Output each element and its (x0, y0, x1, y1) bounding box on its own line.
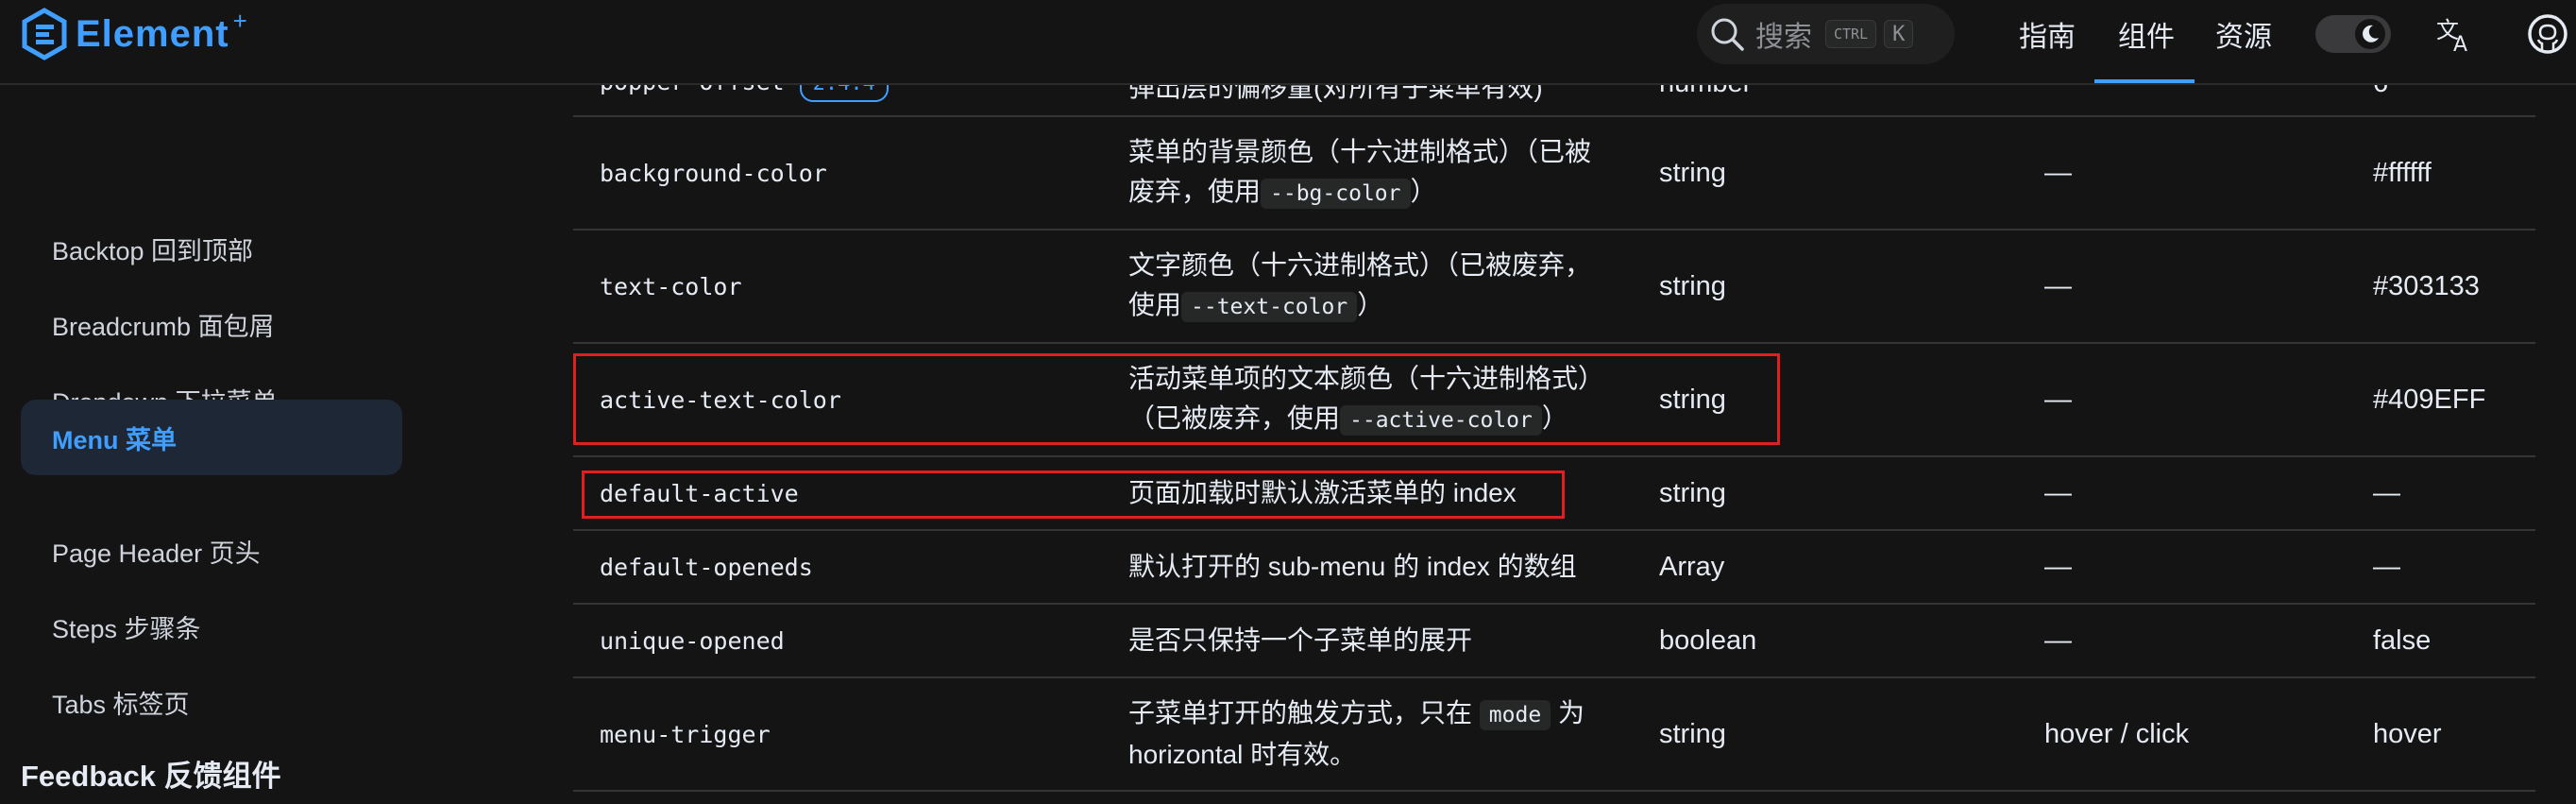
table-row: active-text-color 活动菜单项的文本颜色（十六进制格式） （已被废… (573, 344, 2535, 457)
attr-desc: 文字颜色（十六进制格式）（已被废弃， 使用 --text-color） (1128, 231, 1619, 342)
attr-default: #409EFF (2373, 384, 2486, 415)
table-row: menu-trigger 子菜单打开的触发方式，只在 mode 为 horizon… (573, 678, 2535, 792)
attr-name: menu-trigger (600, 720, 771, 748)
inline-code: --text-color (1181, 292, 1358, 322)
table-row: unique-opened 是否只保持一个子菜单的展开 boolean — fa… (573, 605, 2535, 678)
table-row: default-openeds 默认打开的 sub-menu 的 index 的… (573, 531, 2535, 605)
inline-code: mode (1479, 700, 1551, 730)
attr-accepted-values: — (2044, 477, 2072, 508)
search-placeholder: 搜索 (1755, 22, 1812, 53)
attr-type: string (1659, 477, 1726, 508)
attr-desc: 活动菜单项的文本颜色（十六进制格式） （已被废弃，使用 --active-color… (1128, 344, 1619, 455)
attr-desc: 是否只保持一个子菜单的展开 (1128, 625, 1473, 655)
inline-code: --active-color (1340, 405, 1542, 436)
attr-default: #303133 (2373, 270, 2480, 301)
attr-default: #ffffff (2373, 157, 2432, 188)
logo-plus: + (232, 6, 247, 35)
sidebar-group-feedback: Feedback 反馈组件 (21, 760, 281, 793)
logo-text: Element (76, 12, 229, 55)
attr-desc: 页面加载时默认激活菜单的 index (1128, 478, 1517, 507)
attr-type: string (1659, 384, 1726, 415)
moon-icon (2363, 25, 2379, 43)
github-icon[interactable] (2527, 13, 2568, 60)
attr-accepted-values: — (2044, 551, 2072, 582)
search-button[interactable]: 搜索 CTRL K (1697, 4, 1955, 64)
attr-desc: 菜单的背景颜色（十六进制格式）（已被 废弃，使用 --bg-color） (1128, 117, 1619, 229)
table-row: background-color 菜单的背景颜色（十六进制格式）（已被 废弃，使用… (573, 117, 2535, 231)
sidebar: Backtop 回到顶部 Breadcrumb 面包屑 Dropdown 下拉菜… (0, 85, 415, 804)
attributes-table: popper-offset2.4.4 弹出层的偏移量(对所有子菜单有效) num… (573, 0, 2535, 804)
attr-type: Array (1659, 551, 1725, 582)
element-logo-icon (22, 8, 67, 60)
attr-accepted-values: — (2044, 624, 2072, 656)
attr-accepted-values: — (2044, 384, 2072, 415)
sidebar-item-menu[interactable]: Menu 菜单 (21, 400, 402, 475)
attr-accepted-values: hover / click (2044, 718, 2190, 749)
language-icon[interactable]: 文 A (2434, 13, 2476, 60)
sidebar-item-backtop[interactable]: Backtop 回到顶部 (21, 211, 402, 286)
kbd-ctrl: CTRL (1825, 20, 1877, 48)
attr-desc: 默认打开的 sub-menu 的 index 的数组 (1128, 552, 1577, 581)
nav-components[interactable]: 组件 (2118, 13, 2175, 55)
kbd-k: K (1884, 20, 1914, 48)
sidebar-item-page-header[interactable]: Page Header 页头 (21, 513, 402, 589)
svg-text:A: A (2453, 33, 2467, 55)
sidebar-item-steps[interactable]: Steps 步骤条 (21, 589, 402, 664)
attr-name: text-color (600, 272, 742, 300)
attr-name: unique-opened (600, 626, 785, 655)
attr-default: — (2373, 551, 2400, 582)
table-row: text-color 文字颜色（十六进制格式）（已被废弃， 使用 --text-co… (573, 231, 2535, 344)
attr-desc: 子菜单打开的触发方式，只在 mode 为 horizontal 时有效。 (1128, 698, 1585, 769)
dark-mode-toggle[interactable] (2315, 15, 2391, 53)
sidebar-item-breadcrumb[interactable]: Breadcrumb 面包屑 (21, 286, 402, 362)
inline-code: --bg-color (1261, 179, 1411, 209)
attr-name: background-color (600, 159, 827, 187)
attr-default: — (2373, 477, 2400, 508)
sidebar-item-tabs[interactable]: Tabs 标签页 (21, 664, 402, 740)
attr-type: string (1659, 157, 1726, 188)
nav-active-indicator (2094, 79, 2195, 83)
search-icon (1711, 18, 1744, 51)
attr-default: hover (2373, 718, 2442, 749)
attr-type: string (1659, 270, 1726, 301)
element-plus-logo[interactable]: Element + (21, 6, 247, 62)
attr-name: default-active (600, 479, 799, 507)
attr-accepted-values: — (2044, 270, 2072, 301)
nav-guide[interactable]: 指南 (2019, 13, 2076, 55)
attr-name: default-openeds (600, 553, 813, 581)
switch-knob (2355, 19, 2385, 49)
attr-name: active-text-color (600, 385, 841, 414)
nav-resources[interactable]: 资源 (2215, 13, 2272, 55)
attr-type: string (1659, 718, 1726, 749)
top-navbar: Element + 搜索 CTRL K 指南 组件 资源 文 A (0, 0, 2576, 85)
attr-default: false (2373, 624, 2432, 656)
attr-type: boolean (1659, 624, 1757, 656)
attr-accepted-values: — (2044, 157, 2072, 188)
table-row: default-active 页面加载时默认激活菜单的 index string… (573, 457, 2535, 531)
